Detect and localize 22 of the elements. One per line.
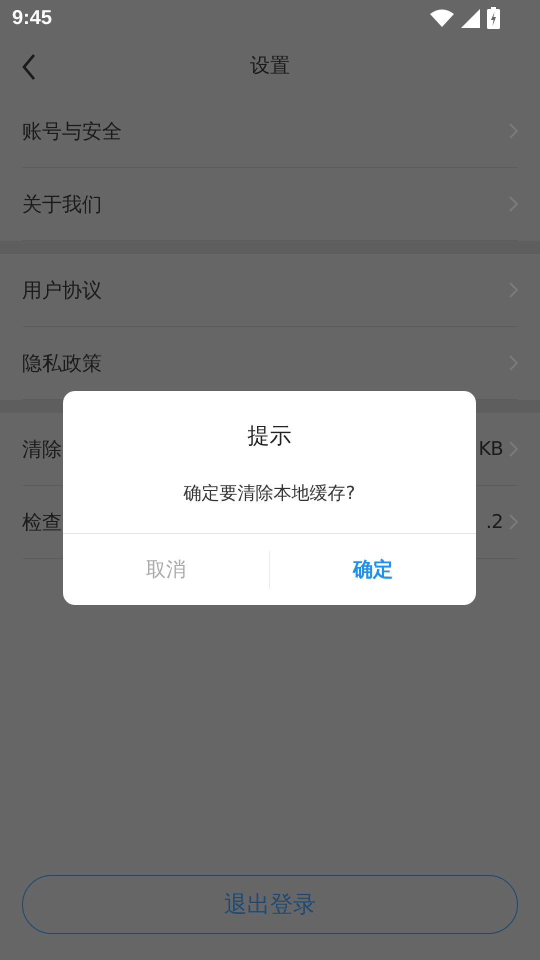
row-label: 检查 xyxy=(22,508,62,536)
page-title: 设置 xyxy=(250,52,290,79)
row-value: KB xyxy=(478,438,503,460)
dialog-title: 提示 xyxy=(246,423,292,451)
confirm-button[interactable]: 确定 xyxy=(270,534,476,605)
cancel-button[interactable]: 取消 xyxy=(63,534,269,605)
battery-icon xyxy=(487,7,500,29)
row-label: 隐私政策 xyxy=(22,350,102,376)
row-label: 清除 xyxy=(22,436,62,462)
row-label: 用户协议 xyxy=(22,276,102,304)
status-time: 9:45 xyxy=(12,6,52,30)
dialog-message: 确定要清除本地缓存? xyxy=(182,482,356,505)
row-label: 关于我们 xyxy=(22,190,102,218)
row-label: 账号与安全 xyxy=(22,118,122,144)
back-icon xyxy=(22,54,36,80)
signal-icon xyxy=(461,8,480,28)
settings-row[interactable]: 用户协议 xyxy=(22,254,518,327)
logout-button[interactable]: 退出登录 xyxy=(22,875,518,934)
wifi-icon xyxy=(430,9,454,27)
row-value: .2 xyxy=(486,511,503,533)
back-button[interactable] xyxy=(20,52,38,82)
settings-row[interactable]: 账号与安全 xyxy=(22,95,518,168)
